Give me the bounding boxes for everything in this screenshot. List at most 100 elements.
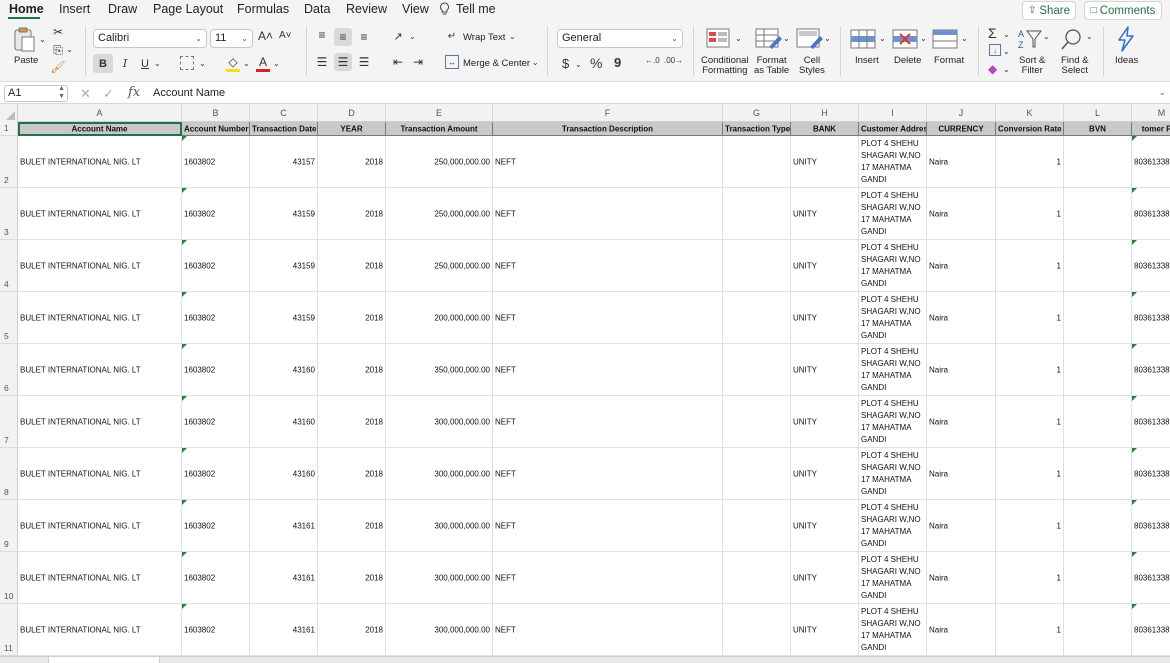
table-cell[interactable]: 1: [996, 292, 1064, 344]
format-as-table-dropdown-icon[interactable]: ⌄: [783, 34, 790, 43]
column-header-k[interactable]: K: [996, 104, 1064, 122]
currency-dropdown-icon[interactable]: ⌄: [575, 60, 582, 69]
column-header-m[interactable]: M: [1132, 104, 1170, 122]
table-cell[interactable]: [723, 292, 791, 344]
table-cell[interactable]: 1603802: [182, 500, 250, 552]
table-cell[interactable]: 80361338: [1132, 500, 1170, 552]
column-header-j[interactable]: J: [927, 104, 996, 122]
table-cell[interactable]: 43161: [250, 500, 318, 552]
table-cell[interactable]: 80361338: [1132, 188, 1170, 240]
find-select-button[interactable]: Find & Select: [1061, 56, 1088, 76]
table-cell[interactable]: [723, 136, 791, 188]
table-cell[interactable]: Naira: [927, 136, 996, 188]
header-cell[interactable]: BANK: [791, 122, 859, 136]
insert-button[interactable]: Insert: [855, 56, 879, 66]
table-cell[interactable]: BULET INTERNATIONAL NIG. LT: [18, 292, 182, 344]
table-cell[interactable]: NEFT: [493, 604, 723, 656]
error-indicator-icon[interactable]: [1132, 136, 1137, 141]
formula-input[interactable]: Account Name: [153, 87, 225, 99]
orientation-dropdown-icon[interactable]: ⌄: [409, 32, 416, 41]
error-indicator-icon[interactable]: [1132, 448, 1137, 453]
cut-icon[interactable]: ✂: [52, 25, 64, 39]
error-indicator-icon[interactable]: [1132, 604, 1137, 609]
table-cell[interactable]: PLOT 4 SHEHU SHAGARI W,NO 17 MAHATMA GAN…: [859, 136, 927, 188]
ideas-button[interactable]: Ideas: [1115, 56, 1138, 66]
row-header[interactable]: 1: [0, 122, 18, 136]
error-indicator-icon[interactable]: [182, 344, 187, 349]
table-cell[interactable]: 2018: [318, 188, 386, 240]
table-cell[interactable]: PLOT 4 SHEHU SHAGARI W,NO 17 MAHATMA GAN…: [859, 292, 927, 344]
row-header[interactable]: 11: [0, 604, 18, 656]
error-indicator-icon[interactable]: [1132, 240, 1137, 245]
table-cell[interactable]: 1: [996, 396, 1064, 448]
table-cell[interactable]: Naira: [927, 188, 996, 240]
table-cell[interactable]: 43160: [250, 448, 318, 500]
fill-dropdown-icon[interactable]: ⌄: [1003, 47, 1010, 56]
table-cell[interactable]: 2018: [318, 448, 386, 500]
table-cell[interactable]: PLOT 4 SHEHU SHAGARI W,NO 17 MAHATMA GAN…: [859, 188, 927, 240]
format-as-table-icon[interactable]: [755, 28, 783, 55]
row-header[interactable]: 3: [0, 188, 18, 240]
delete-dropdown-icon[interactable]: ⌄: [920, 34, 927, 43]
table-cell[interactable]: BULET INTERNATIONAL NIG. LT: [18, 552, 182, 604]
align-bottom-icon[interactable]: ≡: [357, 30, 371, 44]
header-cell[interactable]: YEAR: [318, 122, 386, 136]
name-box-spinner-icon[interactable]: ▲ ▼: [58, 85, 65, 101]
tab-data[interactable]: Data: [304, 2, 330, 16]
increase-indent-icon[interactable]: ⇥: [411, 55, 425, 69]
table-cell[interactable]: UNITY: [791, 292, 859, 344]
table-cell[interactable]: [1064, 292, 1132, 344]
table-cell[interactable]: 1603802: [182, 344, 250, 396]
table-cell[interactable]: PLOT 4 SHEHU SHAGARI W,NO 17 MAHATMA GAN…: [859, 500, 927, 552]
delete-cells-icon[interactable]: [892, 29, 918, 54]
clear-dropdown-icon[interactable]: ⌄: [1003, 65, 1010, 74]
error-indicator-icon[interactable]: [182, 448, 187, 453]
sort-filter-dropdown-icon[interactable]: ⌄: [1043, 32, 1050, 41]
table-cell[interactable]: 250,000,000.00: [386, 188, 493, 240]
table-cell[interactable]: 1603802: [182, 552, 250, 604]
table-cell[interactable]: [1064, 396, 1132, 448]
table-cell[interactable]: UNITY: [791, 604, 859, 656]
table-cell[interactable]: Naira: [927, 552, 996, 604]
wrap-text-button[interactable]: Wrap Text: [463, 33, 505, 43]
header-cell[interactable]: Account Number: [182, 122, 250, 136]
table-cell[interactable]: BULET INTERNATIONAL NIG. LT: [18, 604, 182, 656]
column-header-h[interactable]: H: [791, 104, 859, 122]
table-cell[interactable]: 1603802: [182, 240, 250, 292]
table-cell[interactable]: PLOT 4 SHEHU SHAGARI W,NO 17 MAHATMA GAN…: [859, 552, 927, 604]
table-cell[interactable]: Naira: [927, 500, 996, 552]
column-header-a[interactable]: A: [18, 104, 182, 122]
error-indicator-icon[interactable]: [1132, 500, 1137, 505]
table-cell[interactable]: 43159: [250, 188, 318, 240]
tell-me-search[interactable]: Tell me: [456, 2, 496, 16]
tab-page-layout[interactable]: Page Layout: [153, 2, 223, 16]
header-cell[interactable]: Conversion Rate: [996, 122, 1064, 136]
error-indicator-icon[interactable]: [182, 292, 187, 297]
tab-review[interactable]: Review: [346, 2, 387, 16]
error-indicator-icon[interactable]: [182, 396, 187, 401]
decrease-decimal-icon[interactable]: .00→: [664, 56, 683, 65]
table-cell[interactable]: 2018: [318, 500, 386, 552]
table-cell[interactable]: 250,000,000.00: [386, 136, 493, 188]
table-cell[interactable]: [723, 500, 791, 552]
header-cell[interactable]: Transaction Amount: [386, 122, 493, 136]
column-header-i[interactable]: I: [859, 104, 927, 122]
column-header-f[interactable]: F: [493, 104, 723, 122]
underline-button[interactable]: U: [138, 54, 152, 73]
table-cell[interactable]: Naira: [927, 604, 996, 656]
header-cell[interactable]: Transaction Description: [493, 122, 723, 136]
table-cell[interactable]: NEFT: [493, 188, 723, 240]
wrap-text-icon[interactable]: ↵: [445, 29, 459, 43]
orientation-icon[interactable]: ↗: [391, 29, 405, 43]
italic-button[interactable]: I: [118, 54, 132, 73]
table-cell[interactable]: [723, 604, 791, 656]
cancel-entry-icon[interactable]: ✕: [80, 86, 91, 102]
number-format-select[interactable]: General ⌄: [557, 29, 683, 48]
table-cell[interactable]: 1: [996, 344, 1064, 396]
table-cell[interactable]: Naira: [927, 396, 996, 448]
table-cell[interactable]: NEFT: [493, 500, 723, 552]
header-cell[interactable]: Account Name: [18, 122, 182, 136]
table-cell[interactable]: [1064, 136, 1132, 188]
conditional-formatting-dropdown-icon[interactable]: ⌄: [735, 34, 742, 43]
table-cell[interactable]: 2018: [318, 552, 386, 604]
